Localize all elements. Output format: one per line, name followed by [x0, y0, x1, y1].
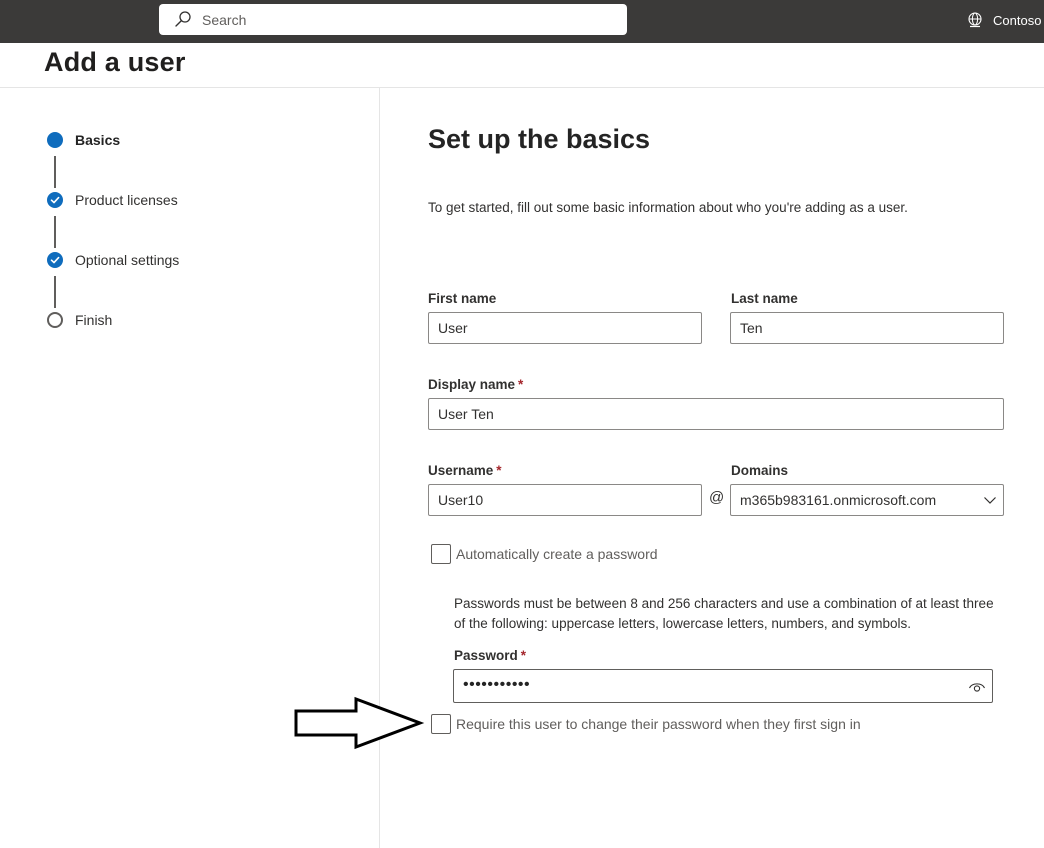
last-name-label-text: Last name [731, 291, 798, 306]
wizard-step-product-licenses[interactable]: Product licenses [47, 192, 178, 208]
eye-icon[interactable] [968, 679, 986, 695]
header-divider [0, 87, 1044, 88]
auto-password-label: Automatically create a password [456, 546, 658, 562]
auto-password-checkbox[interactable] [431, 544, 451, 564]
chevron-down-icon [984, 497, 996, 504]
display-name-label: Display name * [428, 377, 523, 392]
password-requirements-text: Passwords must be between 8 and 256 char… [454, 596, 994, 631]
wizard-step-optional-settings[interactable]: Optional settings [47, 252, 179, 268]
require-password-change-checkbox[interactable] [431, 714, 451, 734]
require-password-change-option[interactable]: Require this user to change their passwo… [431, 714, 861, 734]
password-input[interactable]: ••••••••••• [453, 669, 993, 703]
search-icon [175, 11, 191, 27]
globe-icon [968, 12, 982, 28]
step-label: Optional settings [75, 252, 180, 268]
wizard-step-basics[interactable]: Basics [47, 132, 120, 148]
require-password-change-label: Require this user to change their passwo… [456, 716, 861, 732]
username-label-text: Username [428, 463, 494, 478]
domains-selected-value: m365b983161.onmicrosoft.com [740, 492, 937, 508]
auto-password-option[interactable]: Automatically create a password [431, 544, 658, 564]
password-label-text: Password [454, 648, 518, 663]
required-indicator: * [520, 648, 527, 663]
first-name-label-text: First name [428, 291, 497, 306]
step-label: Product licenses [75, 192, 178, 208]
search-box[interactable]: Search [159, 4, 627, 35]
last-name-label: Last name [731, 291, 798, 306]
checkmark-icon [47, 252, 63, 268]
required-indicator: * [496, 463, 502, 478]
last-name-input[interactable] [730, 312, 1004, 344]
intro-text: To get started, fill out some basic info… [428, 200, 908, 215]
pending-step-indicator [47, 312, 63, 328]
step-label: Finish [75, 312, 113, 328]
step-connector [54, 276, 56, 308]
top-bar: Search Contoso [0, 0, 1044, 43]
current-step-indicator [47, 132, 63, 148]
step-connector [54, 216, 56, 248]
domains-label: Domains [731, 463, 788, 478]
step-label: Basics [75, 132, 121, 148]
checkmark-icon [47, 192, 63, 208]
annotation-arrow-icon [294, 696, 425, 750]
section-title: Set up the basics [428, 124, 651, 154]
first-name-label: First name [428, 291, 496, 306]
at-sign: @ [709, 489, 725, 506]
search-placeholder: Search [202, 12, 247, 28]
page-title: Add a user [44, 47, 186, 77]
tenant-switcher[interactable]: Contoso [966, 11, 1041, 29]
tenant-name: Contoso [993, 12, 1042, 28]
display-name-label-text: Display name [428, 377, 516, 392]
first-name-input[interactable] [428, 312, 702, 344]
username-label: Username * [428, 463, 502, 478]
wizard-step-finish[interactable]: Finish [47, 312, 112, 328]
step-connector [54, 156, 56, 188]
username-input[interactable] [428, 484, 702, 516]
password-label: Password * [454, 648, 526, 663]
password-masked-value: ••••••••••• [463, 676, 531, 693]
domains-dropdown[interactable]: m365b983161.onmicrosoft.com [730, 484, 1004, 516]
domains-label-text: Domains [731, 463, 789, 478]
display-name-input[interactable] [428, 398, 1004, 430]
required-indicator: * [518, 377, 524, 392]
